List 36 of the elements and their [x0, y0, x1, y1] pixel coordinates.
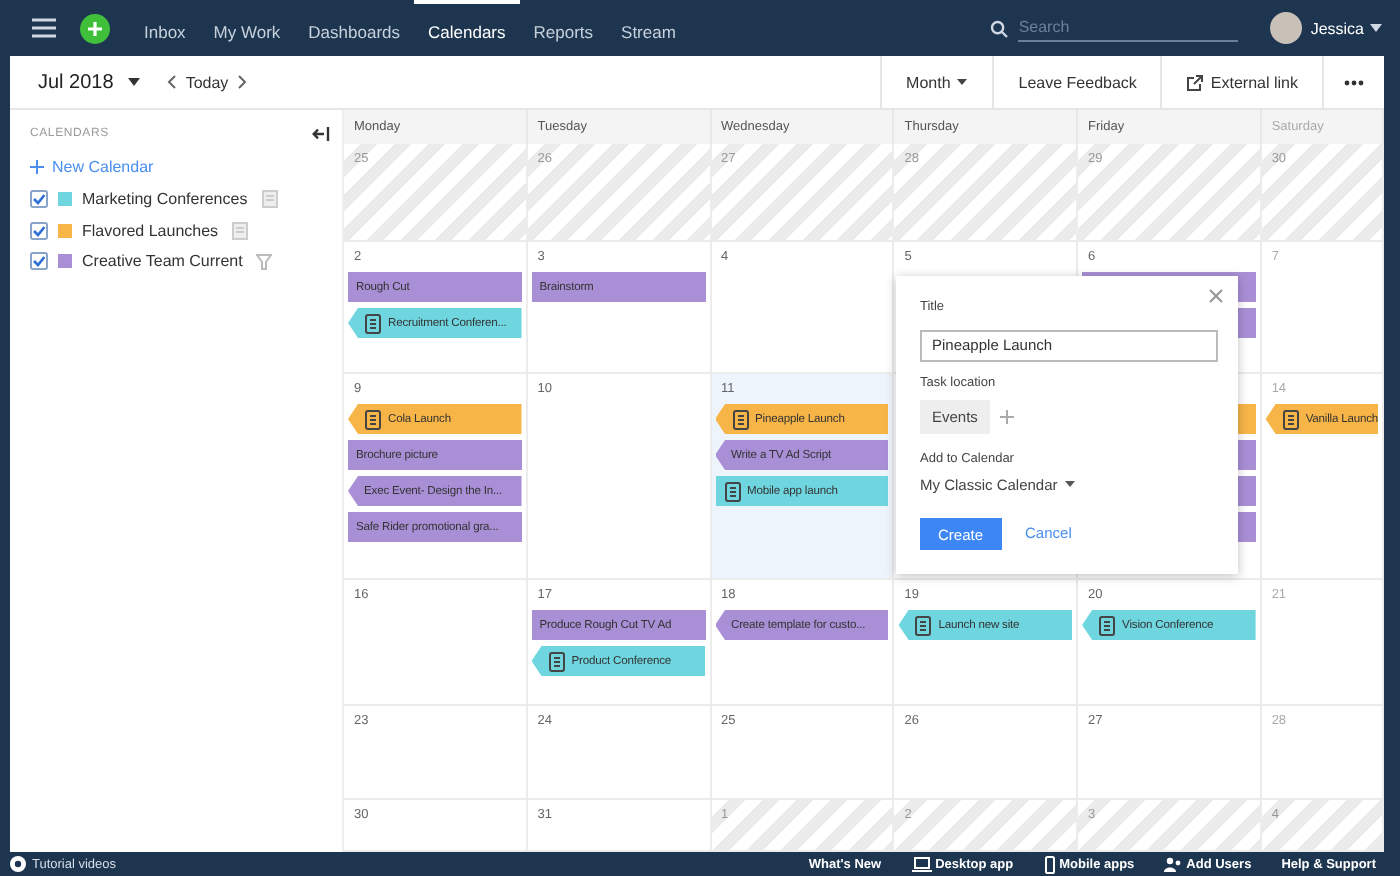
avatar[interactable] [1270, 12, 1303, 44]
caret-icon[interactable] [125, 74, 142, 90]
laptop-icon[interactable] [911, 855, 932, 873]
calendar-name[interactable]: Marketing Conferences [82, 190, 248, 209]
nav-tab[interactable]: Reports [519, 0, 608, 56]
chevron-right-icon[interactable] [236, 74, 249, 90]
caret-icon[interactable] [1063, 478, 1076, 490]
view-dropdown[interactable]: Month [906, 73, 951, 91]
today-button[interactable]: Today [185, 73, 229, 91]
calendar-name[interactable]: Flavored Launches [82, 221, 219, 240]
calendar-name[interactable]: Creative Team Current [82, 252, 243, 271]
more-icon[interactable] [1344, 79, 1364, 85]
nav-tab[interactable]: My Work [199, 0, 295, 56]
user-name[interactable]: Jessica [1310, 19, 1364, 37]
checkbox[interactable] [30, 221, 48, 240]
external-link-icon[interactable] [1186, 73, 1205, 91]
nav-tab[interactable]: Dashboards [294, 0, 415, 56]
caret-icon [1368, 20, 1384, 36]
search-field[interactable]: Search [1018, 15, 1239, 41]
checkbox[interactable] [30, 252, 48, 271]
users-icon[interactable] [1164, 855, 1183, 873]
nav-tab[interactable]: Inbox [130, 0, 200, 56]
caret-icon[interactable] [956, 76, 969, 88]
nav-tab[interactable]: Stream [607, 0, 690, 56]
menu-icon[interactable] [32, 18, 56, 38]
collapse-icon[interactable] [312, 126, 330, 142]
checkbox[interactable] [30, 190, 48, 209]
feedback-button[interactable]: Leave Feedback [1018, 73, 1137, 91]
search-icon [990, 19, 1009, 37]
close-icon[interactable] [1208, 288, 1224, 304]
plus-icon[interactable] [80, 13, 110, 43]
play-circle-icon[interactable] [10, 856, 26, 872]
external-link-button[interactable]: External link [1210, 73, 1298, 91]
chevron-left-icon[interactable] [165, 74, 178, 90]
phone-icon[interactable] [1043, 855, 1056, 873]
month-title[interactable]: Jul 2018 [38, 71, 114, 93]
